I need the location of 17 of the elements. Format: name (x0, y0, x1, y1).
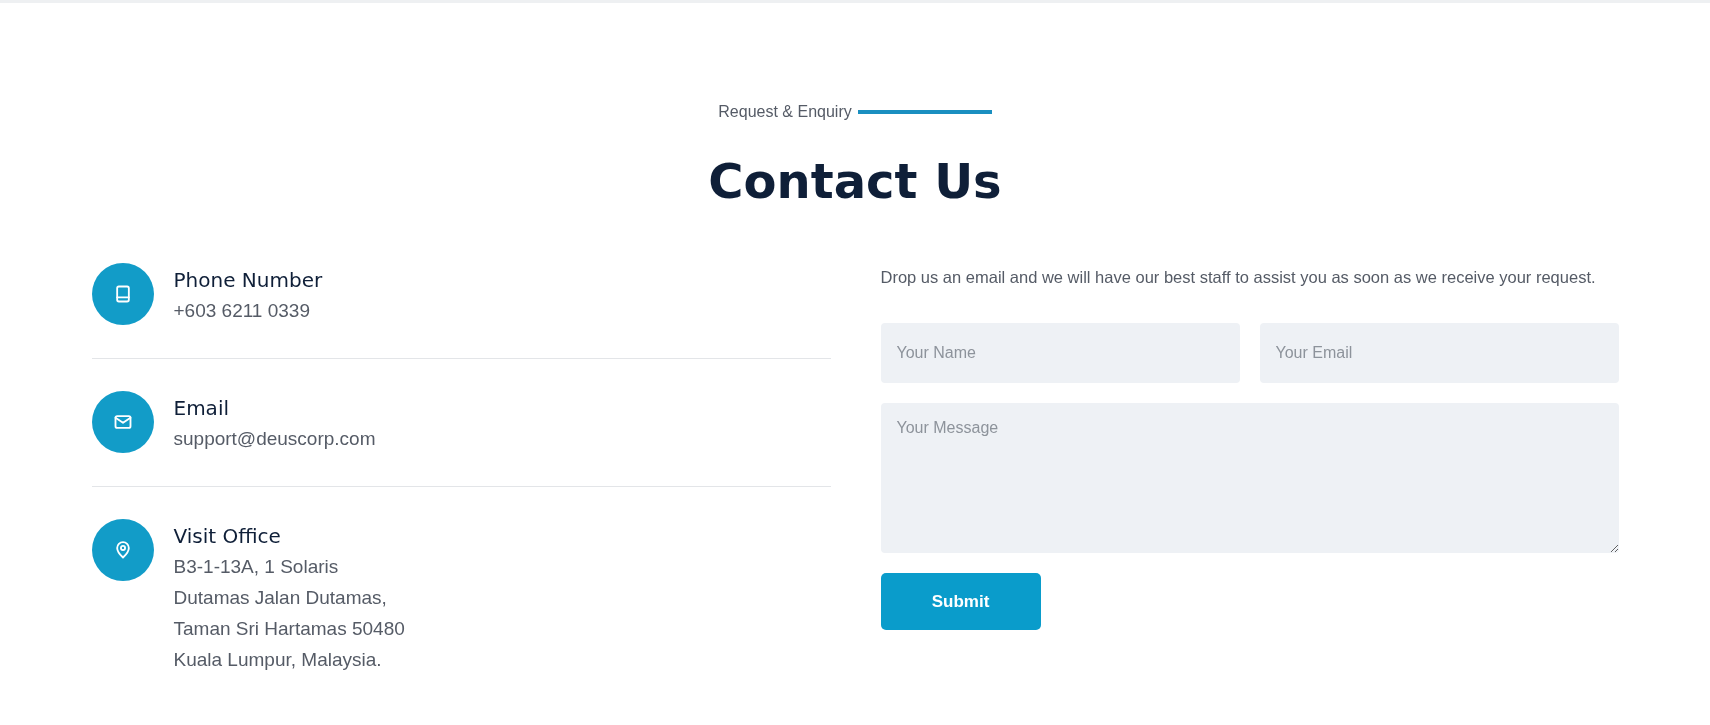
contact-detail: B3-1-13A, 1 Solaris (173, 555, 340, 579)
contact-title: Visit Office (173, 523, 282, 550)
form-intro: Drop us an email and we will have our best staff to assist you as soon as we receive your request. (880, 267, 1597, 288)
contact-detail: Taman Sri Hartamas 50480 (173, 617, 405, 641)
email-field[interactable]: Your Email (1259, 323, 1619, 383)
contact-detail: Dutamas Jalan Dutamas, (173, 586, 388, 610)
contact-detail: Kuala Lumpur, Malaysia. (173, 648, 383, 672)
contact-title: Email (173, 395, 230, 422)
section-eyebrow: Request & Enquiry (718, 103, 852, 121)
submit-button[interactable]: Submit (880, 573, 1041, 630)
name-field[interactable]: Your Name (880, 323, 1240, 383)
page-title: Contact Us (708, 152, 1002, 211)
message-field[interactable]: Your Message (880, 403, 1619, 553)
contact-detail: support@deuscorp.com (173, 427, 376, 451)
mail-icon (112, 412, 133, 432)
contact-detail: +603 6211 0339 (173, 299, 311, 323)
contact-title: Phone Number (173, 267, 323, 294)
